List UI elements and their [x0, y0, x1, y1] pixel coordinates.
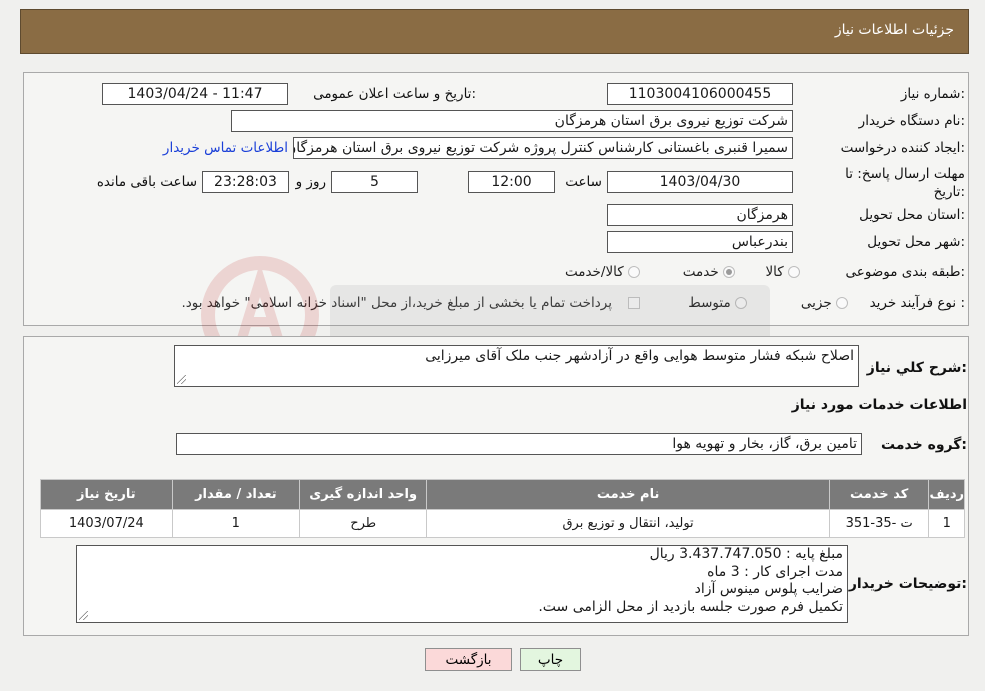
- treasury-payment-checkbox[interactable]: [628, 297, 640, 309]
- remaining-time-label: ساعت باقی مانده: [96, 174, 197, 190]
- category-option-service[interactable]: خدمت: [683, 264, 743, 280]
- table-row: 1 ت -35-351 تولید، انتقال و توزیع برق طر…: [40, 509, 965, 538]
- summary-text: اصلاح شبکه فشار متوسط هوایی واقع در آزاد…: [425, 348, 854, 364]
- request-creator-label: ایجاد کننده درخواست:: [840, 140, 965, 156]
- category-option-goods[interactable]: کالا: [765, 264, 808, 280]
- resize-grip-icon[interactable]: [177, 375, 186, 384]
- services-table: ردیف کد خدمت نام خدمت واحد اندازه گیری ت…: [40, 479, 965, 538]
- cell-row: 1: [928, 509, 965, 538]
- category-option-goods-service-label: کالا/خدمت: [564, 264, 624, 280]
- buyer-note-line: مبلغ پایه : 3.437.747.050 ریال: [649, 546, 843, 562]
- remaining-time-field[interactable]: 23:28:03: [202, 171, 289, 193]
- col-row: ردیف: [928, 479, 965, 510]
- deadline-time-label: ساعت: [565, 174, 602, 190]
- process-option-minor[interactable]: جزیی: [801, 295, 858, 311]
- col-service-name: نام خدمت: [426, 479, 830, 510]
- col-unit: واحد اندازه گیری: [298, 479, 428, 510]
- cell-need-date: 1403/07/24: [40, 509, 173, 538]
- process-medium-radio[interactable]: [735, 297, 747, 309]
- service-group-field[interactable]: تامین برق، گاز، بخار و تهویه هوا: [176, 433, 862, 455]
- summary-textarea[interactable]: اصلاح شبکه فشار متوسط هوایی واقع در آزاد…: [174, 345, 859, 387]
- page-header: جزئیات اطلاعات نیاز: [20, 9, 969, 54]
- process-minor-radio[interactable]: [836, 297, 848, 309]
- category-option-service-label: خدمت: [682, 264, 719, 280]
- delivery-city-label: شهر محل تحویل:: [867, 234, 965, 250]
- resize-grip-icon[interactable]: [79, 611, 88, 620]
- buyer-notes-label: توضیحات خریدار:: [848, 576, 967, 592]
- remaining-days-label: روز و: [295, 174, 326, 190]
- remaining-days-field[interactable]: 5: [331, 171, 418, 193]
- category-label: طبقه بندی موضوعی:: [845, 264, 965, 280]
- category-option-goods-label: کالا: [765, 264, 784, 280]
- process-option-minor-label: جزیی: [800, 295, 832, 311]
- category-goods-service-radio[interactable]: [628, 266, 640, 278]
- request-creator-field[interactable]: سمیرا قنبری باغستانی کارشناس کنترل پروژه…: [293, 137, 793, 159]
- need-number-field[interactable]: 1103004106000455: [607, 83, 793, 105]
- deadline-label: مهلت ارسال پاسخ: تا تاریخ:: [845, 166, 965, 200]
- need-number-label: شماره نیاز:: [900, 86, 965, 102]
- announce-datetime-label: تاریخ و ساعت اعلان عمومی:: [313, 86, 476, 102]
- buyer-org-label: نام دستگاه خریدار:: [858, 113, 965, 129]
- service-group-label: گروه خدمت:: [881, 437, 967, 453]
- cell-quantity: 1: [171, 509, 301, 538]
- buyer-note-line: تکمیل فرم صورت جلسه بازدید از محل الزامی…: [538, 598, 843, 615]
- treasury-payment-note: پرداخت تمام یا بخشی از مبلغ خرید،از محل …: [181, 295, 612, 311]
- treasury-payment-option[interactable]: [622, 295, 640, 311]
- deadline-time-field[interactable]: 12:00: [468, 171, 555, 193]
- summary-label: شرح کلي نياز:: [866, 360, 967, 376]
- process-option-medium[interactable]: متوسط: [688, 295, 755, 311]
- delivery-province-label: استان محل تحویل:: [859, 207, 965, 223]
- category-service-radio[interactable]: [723, 266, 735, 278]
- buyer-org-field[interactable]: شرکت توزیع نیروی برق استان هرمزگان: [231, 110, 793, 132]
- col-quantity: تعداد / مقدار: [171, 479, 301, 510]
- purchase-process-label: نوع فرآیند خرید :: [869, 295, 965, 311]
- buyer-note-line: ضرایب پلوس مینوس آزاد: [694, 581, 843, 597]
- deadline-date-field[interactable]: 1403/04/30: [607, 171, 793, 193]
- buyer-contact-link[interactable]: اطلاعات تماس خریدار: [163, 140, 288, 156]
- announce-datetime-field[interactable]: 1403/04/24 - 11:47: [102, 83, 288, 105]
- buyer-notes-textarea[interactable]: مبلغ پایه : 3.437.747.050 ریال مدت اجرای…: [76, 545, 848, 623]
- col-need-date: تاریخ نیاز: [40, 479, 173, 510]
- services-table-header: ردیف کد خدمت نام خدمت واحد اندازه گیری ت…: [40, 479, 965, 510]
- print-button[interactable]: چاپ: [520, 648, 581, 671]
- col-service-code: کد خدمت: [828, 479, 930, 510]
- cell-service-name: تولید، انتقال و توزیع برق: [426, 509, 830, 538]
- cell-service-code: ت -35-351: [828, 509, 930, 538]
- back-button[interactable]: بازگشت: [425, 648, 512, 671]
- buyer-note-line: مدت اجرای کار : 3 ماه: [707, 563, 843, 580]
- cell-unit: طرح: [298, 509, 428, 538]
- category-goods-radio[interactable]: [788, 266, 800, 278]
- services-section-title: اطلاعات خدمات مورد نیاز: [791, 397, 967, 413]
- delivery-city-field[interactable]: بندرعباس: [607, 231, 793, 253]
- category-option-goods-service[interactable]: کالا/خدمت: [565, 264, 648, 280]
- delivery-province-field[interactable]: هرمزگان: [607, 204, 793, 226]
- page-title: جزئیات اطلاعات نیاز: [834, 22, 954, 38]
- process-option-medium-label: متوسط: [688, 295, 731, 311]
